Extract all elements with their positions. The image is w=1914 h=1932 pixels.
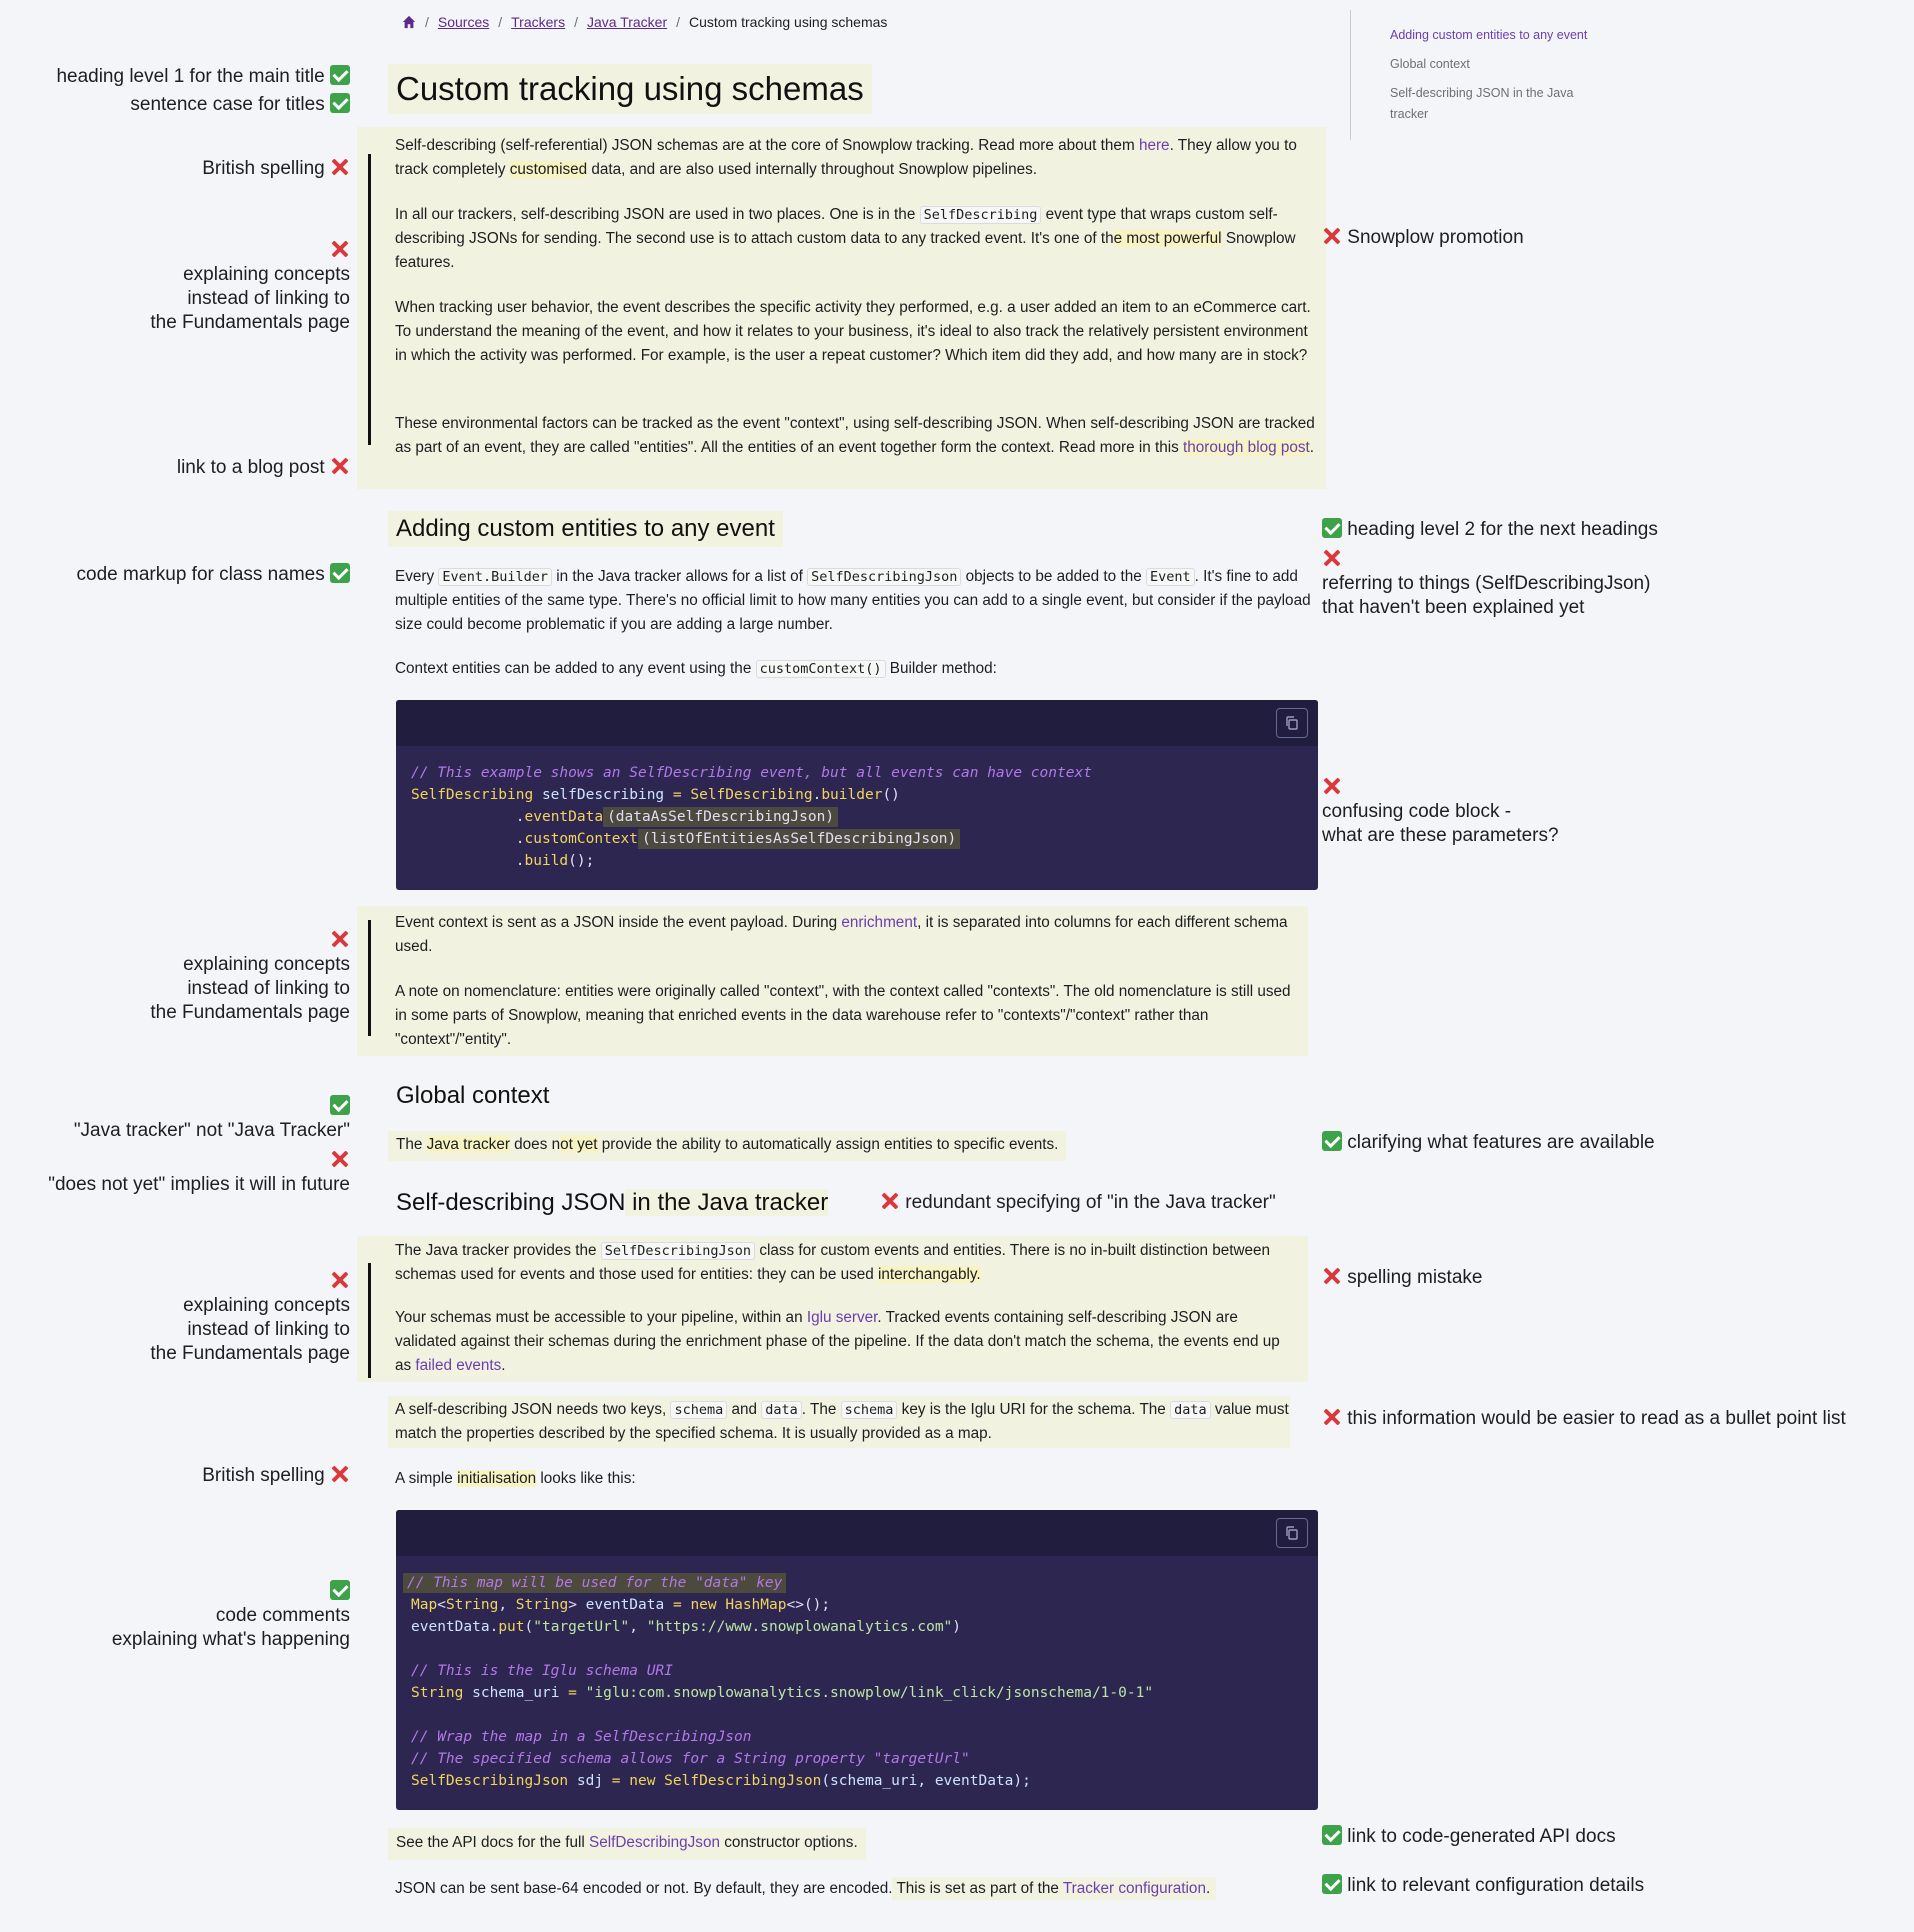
- iglu-server-link[interactable]: Iglu server: [807, 1309, 878, 1326]
- failed-events-link[interactable]: failed events: [415, 1357, 501, 1374]
- annotation-explaining-concepts-1: explaining concepts instead of linking t…: [0, 239, 350, 335]
- enrichment-link[interactable]: enrichment: [841, 914, 917, 931]
- section1-paragraph-2: Context entities can be added to any eve…: [395, 660, 997, 678]
- check-icon: [1322, 518, 1342, 538]
- cross-icon: [1322, 776, 1342, 796]
- check-icon: [330, 1580, 350, 1600]
- section2-paragraph-1: The Java tracker does not yet provide th…: [388, 1131, 1067, 1161]
- breadcrumb-current: Custom tracking using schemas: [689, 14, 888, 30]
- annotation-config-details: link to relevant configuration details: [1322, 1874, 1644, 1898]
- annotation-h1-level: heading level 1 for the main title: [0, 65, 350, 89]
- annotation-sentence-case: sentence case for titles: [0, 93, 350, 117]
- section3-bar: [368, 1263, 371, 1378]
- cross-icon: [330, 456, 350, 476]
- home-icon[interactable]: [402, 15, 416, 29]
- cross-icon: [330, 1464, 350, 1484]
- check-icon: [330, 1095, 350, 1115]
- annotation-snowplow-promotion: Snowplow promotion: [1322, 226, 1523, 250]
- cross-icon: [330, 1270, 350, 1290]
- annotation-explaining-concepts-2: explaining concepts instead of linking t…: [0, 929, 350, 1025]
- annotation-does-not-yet: "does not yet" implies it will in future: [0, 1149, 350, 1197]
- copy-icon: [1286, 716, 1298, 730]
- intro-paragraph-3: When tracking user behavior, the event d…: [395, 299, 1311, 364]
- cross-icon: [880, 1191, 900, 1211]
- intro-paragraph-1: Self-describing (self-referential) JSON …: [395, 137, 1297, 178]
- section1-paragraph-4: A note on nomenclature: entities were or…: [395, 983, 1291, 1048]
- copy-icon: [1286, 1526, 1298, 1540]
- toc-divider: [1350, 10, 1351, 140]
- section3-paragraph-2: Your schemas must be accessible to your …: [395, 1309, 1280, 1374]
- code-block-custom-context: // This example shows an SelfDescribing …: [396, 700, 1318, 890]
- section1-paragraph-1: Every Event.Builder in the Java tracker …: [395, 568, 1311, 633]
- check-icon: [330, 65, 350, 85]
- annotation-british-spelling-1: British spelling: [0, 157, 350, 181]
- code-block-header: [396, 700, 1318, 746]
- annotation-british-spelling-2: British spelling: [0, 1464, 350, 1488]
- section3-paragraph-1: The Java tracker provides the SelfDescri…: [395, 1242, 1271, 1283]
- section1-paragraph-3: Event context is sent as a JSON inside t…: [395, 914, 1288, 955]
- api-docs-link[interactable]: SelfDescribingJson: [589, 1834, 720, 1851]
- section3-paragraph-3: A self-describing JSON needs two keys, s…: [395, 1401, 1289, 1442]
- toc-item-global-context[interactable]: Global context: [1390, 54, 1610, 75]
- annotation-spelling-mistake: spelling mistake: [1322, 1266, 1482, 1290]
- check-icon: [1322, 1131, 1342, 1151]
- annotation-referring-unexplained: referring to things (SelfDescribingJson)…: [1322, 548, 1650, 620]
- section1-bar: [368, 920, 371, 1036]
- annotation-java-tracker-case: "Java tracker" not "Java Tracker": [0, 1095, 350, 1143]
- section-heading-global-context: Global context: [396, 1082, 550, 1109]
- check-icon: [1322, 1825, 1342, 1845]
- blog-post-link[interactable]: thorough blog post: [1183, 439, 1310, 456]
- section-heading-adding-custom-entities: Adding custom entities to any event: [388, 511, 783, 547]
- section-heading-self-describing-json: Self-describing JSON in the Java tracker: [396, 1189, 829, 1216]
- here-link[interactable]: here: [1139, 137, 1170, 154]
- breadcrumb-trackers[interactable]: Trackers: [511, 14, 565, 30]
- breadcrumb-sources[interactable]: Sources: [438, 14, 489, 30]
- intro-bar: [368, 154, 371, 445]
- annotation-code-markup: code markup for class names: [0, 563, 350, 587]
- cross-icon: [330, 239, 350, 259]
- cross-icon: [1322, 1266, 1342, 1286]
- annotation-bullet-list: this information would be easier to read…: [1322, 1407, 1846, 1431]
- copy-button[interactable]: [1276, 708, 1308, 738]
- annotation-code-comments: code comments explaining what's happenin…: [0, 1580, 350, 1652]
- check-icon: [330, 563, 350, 583]
- annotation-h2-level: heading level 2 for the next headings: [1322, 518, 1658, 542]
- intro-paragraph-4: These environmental factors can be track…: [395, 415, 1315, 456]
- annotation-explaining-concepts-3: explaining concepts instead of linking t…: [0, 1270, 350, 1366]
- code-block-header: [396, 1510, 1318, 1556]
- copy-button[interactable]: [1276, 1518, 1308, 1548]
- check-icon: [330, 93, 350, 113]
- annotation-clarifying-features: clarifying what features are available: [1322, 1131, 1655, 1155]
- check-icon: [1322, 1874, 1342, 1894]
- toc-item-self-describing-json[interactable]: Self-describing JSON in the Java tracker: [1390, 83, 1590, 125]
- section3-paragraph-5: See the API docs for the full SelfDescri…: [388, 1828, 866, 1860]
- annotation-blog-link: link to a blog post: [0, 456, 350, 480]
- annotation-confusing-code: confusing code block - what are these pa…: [1322, 776, 1559, 848]
- code-block-self-describing-json: // This map will be used for the "data" …: [396, 1510, 1318, 1810]
- cross-icon: [1322, 226, 1342, 246]
- annotation-api-docs: link to code-generated API docs: [1322, 1825, 1616, 1849]
- page-title: Custom tracking using schemas: [388, 64, 872, 114]
- section3-paragraph-4: A simple initialisation looks like this:: [395, 1470, 636, 1487]
- breadcrumb-java-tracker[interactable]: Java Tracker: [587, 14, 667, 30]
- cross-icon: [330, 157, 350, 177]
- section3-paragraph-6: JSON can be sent base-64 encoded or not.…: [395, 1876, 1217, 1904]
- cross-icon: [330, 1149, 350, 1169]
- toc-item-adding-custom-entities[interactable]: Adding custom entities to any event: [1390, 25, 1610, 46]
- breadcrumb: / Sources / Trackers / Java Tracker / Cu…: [402, 14, 887, 30]
- annotation-redundant-heading: redundant specifying of "in the Java tra…: [880, 1191, 1275, 1215]
- cross-icon: [1322, 548, 1342, 568]
- tracker-configuration-link[interactable]: Tracker configuration: [1063, 1880, 1206, 1897]
- intro-paragraph-2: In all our trackers, self-describing JSO…: [395, 206, 1296, 271]
- cross-icon: [330, 929, 350, 949]
- code-content: // This map will be used for the "data" …: [396, 1556, 1318, 1808]
- cross-icon: [1322, 1407, 1342, 1427]
- code-content: // This example shows an SelfDescribing …: [411, 765, 1092, 869]
